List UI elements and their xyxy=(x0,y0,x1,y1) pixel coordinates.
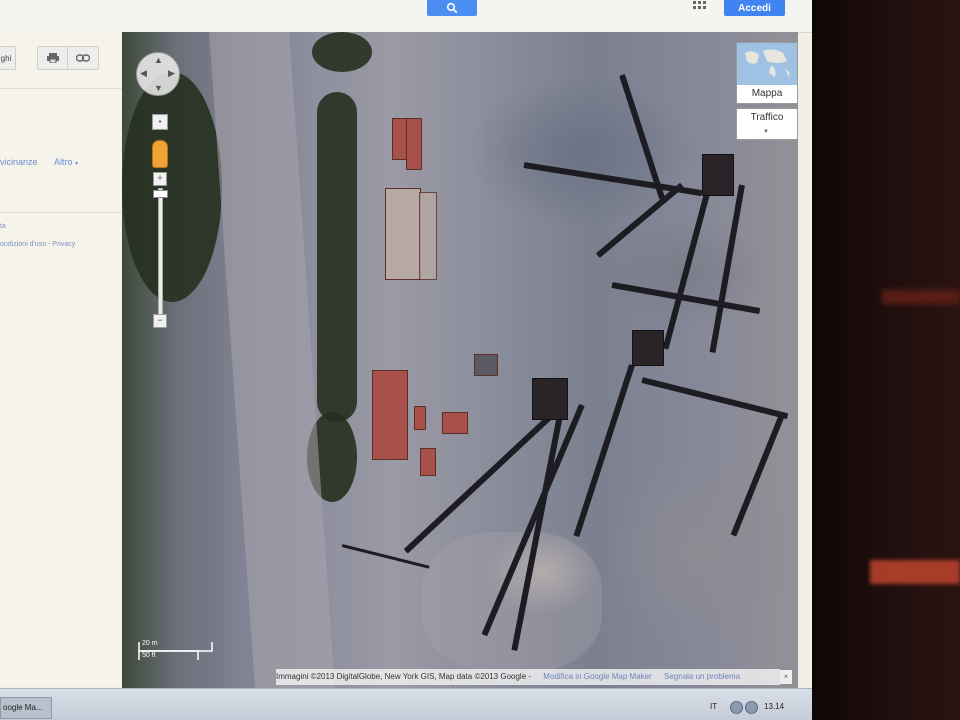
conveyor-beam xyxy=(662,174,715,350)
crusher-hub xyxy=(702,154,734,196)
building xyxy=(372,370,408,460)
conveyor-beam xyxy=(709,184,745,353)
link-button[interactable] xyxy=(67,46,99,70)
zoom-in-button[interactable]: + xyxy=(153,172,167,186)
crusher-hub xyxy=(532,378,568,420)
conveyor-beam xyxy=(641,377,789,420)
apps-grid-icon[interactable] xyxy=(693,1,707,13)
map-attribution: Immagini ©2013 DigitalGlobe, New York GI… xyxy=(276,669,780,685)
traffic-button[interactable]: Traffico ▼ xyxy=(736,108,798,140)
small-text: ta xyxy=(0,223,6,230)
partial-button-label: ghi xyxy=(0,53,12,63)
left-panel: ghi vicinanze Altro ▾ ta ondizioni d'uso… xyxy=(0,32,135,686)
signin-button[interactable]: Accedi xyxy=(724,0,785,16)
vegetation xyxy=(317,92,357,422)
nearby-link[interactable]: vicinanze xyxy=(0,157,38,167)
mapmaker-link[interactable]: Modifica in Google Map Maker xyxy=(543,672,652,681)
building xyxy=(419,192,437,280)
zoom-slider-track[interactable] xyxy=(158,188,163,322)
building xyxy=(442,412,468,434)
taskbar-app-button[interactable]: oogle Ma... xyxy=(0,697,52,719)
map-type-button[interactable]: Mappa xyxy=(736,42,798,104)
print-button[interactable] xyxy=(37,46,69,70)
map-scale: 20 m 50 ft xyxy=(138,640,214,662)
link-icon xyxy=(76,54,90,62)
building xyxy=(414,406,426,430)
pan-control[interactable]: ▲ ▼ ◀ ▶ xyxy=(136,52,180,96)
more-link[interactable]: Altro ▾ xyxy=(54,157,78,167)
vegetation xyxy=(312,32,372,72)
building xyxy=(474,354,498,376)
crusher-hub xyxy=(632,330,664,366)
chevron-right-icon: ▶ xyxy=(168,68,175,78)
world-map-icon xyxy=(745,49,790,77)
language-indicator[interactable]: IT xyxy=(710,702,717,711)
clock[interactable]: 13.14 xyxy=(764,702,784,711)
legal-links[interactable]: ondizioni d'uso - Privacy xyxy=(0,241,75,248)
zoom-slider-thumb[interactable] xyxy=(153,190,168,198)
gravel-area xyxy=(422,532,602,672)
traffic-label: Traffico xyxy=(750,112,784,123)
chevron-down-icon: ▼ xyxy=(763,129,769,135)
chevron-down-icon: ▾ xyxy=(75,161,79,167)
report-problem-link[interactable]: Segnala un problema xyxy=(664,672,740,681)
separator xyxy=(0,88,134,89)
separator xyxy=(0,212,134,213)
conveyor-beam xyxy=(595,182,684,259)
vegetation xyxy=(122,72,222,302)
more-label: Altro xyxy=(54,157,73,167)
partial-button[interactable]: ghi xyxy=(0,46,16,70)
search-icon xyxy=(446,2,458,14)
close-icon[interactable]: × xyxy=(780,670,792,684)
map-type-label: Mappa xyxy=(737,85,797,103)
chevron-down-icon: ▼ xyxy=(154,83,163,93)
search-button[interactable] xyxy=(427,0,477,16)
background-light xyxy=(870,560,960,584)
zoom-out-button[interactable]: − xyxy=(153,314,167,328)
scale-feet: 50 ft xyxy=(142,652,156,659)
attribution-text: Immagini ©2013 DigitalGlobe, New York GI… xyxy=(276,672,532,681)
zoom-reset-button[interactable]: ▪ xyxy=(152,114,168,130)
conveyor-beam xyxy=(573,364,635,538)
volume-icon[interactable] xyxy=(745,701,758,714)
taskbar: oogle Ma... IT 13.14 xyxy=(0,688,812,720)
chevron-up-icon: ▲ xyxy=(154,55,163,65)
monitor-bezel xyxy=(812,0,960,720)
top-bar: Accedi xyxy=(0,0,812,33)
street-view-pegman-icon[interactable] xyxy=(152,140,168,168)
building xyxy=(385,188,421,280)
print-icon xyxy=(47,53,59,63)
background-reflection xyxy=(882,290,960,304)
network-icon[interactable] xyxy=(730,701,743,714)
building xyxy=(406,118,422,170)
conveyor-beam xyxy=(341,544,430,569)
monitor-screen: Accedi ghi vicinanze Altro ▾ ta ondizion… xyxy=(0,0,812,720)
conveyor-beam xyxy=(730,413,785,537)
building xyxy=(420,448,436,476)
conveyor-beam xyxy=(611,282,761,315)
scale-meters: 20 m xyxy=(142,640,158,647)
satellite-map[interactable]: ▲ ▼ ◀ ▶ ▪ + − Mappa Traffico ▼ 20 m 50 f… xyxy=(122,32,798,688)
chevron-left-icon: ◀ xyxy=(140,68,147,78)
